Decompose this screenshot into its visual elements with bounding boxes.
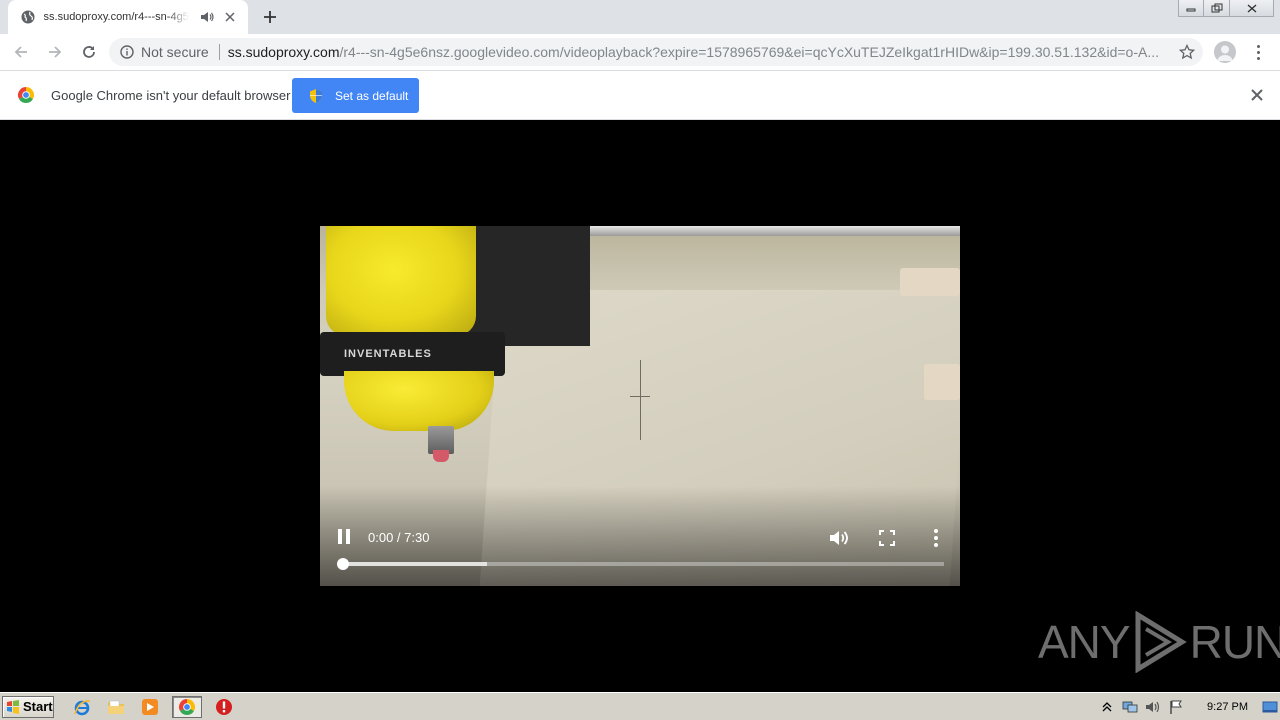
volume-icon[interactable]: [828, 528, 850, 548]
tab-strip: ss.sudoproxy.com/r4---sn-4g5e: [0, 0, 1280, 34]
window-close-button[interactable]: [1230, 0, 1274, 17]
system-tray: 9:27 PM: [1099, 695, 1280, 719]
minimize-button[interactable]: [1178, 0, 1204, 17]
device-label: INVENTABLES: [344, 348, 432, 360]
spindle-motor: [326, 226, 476, 336]
windows-flag-icon: [7, 699, 19, 714]
time-display: 0:00 / 7:30: [368, 530, 429, 545]
chrome-logo-icon: [17, 86, 35, 104]
start-button[interactable]: Start: [2, 695, 54, 718]
window-controls: [1178, 0, 1274, 18]
forward-icon[interactable]: [40, 37, 70, 67]
folder-icon[interactable]: [104, 696, 128, 718]
spindle-body: [344, 371, 494, 431]
avatar-icon[interactable]: [1214, 41, 1236, 63]
close-icon[interactable]: [1250, 88, 1264, 102]
page-content: INVENTABLES 0:00 / 7:30 ANY RUN: [0, 120, 1280, 692]
tab-title: ss.sudoproxy.com/r4---sn-4g5e: [43, 11, 189, 23]
set-as-default-label: Set as default: [335, 88, 409, 103]
reload-icon[interactable]: [74, 37, 104, 67]
crosshair-mark: [640, 360, 641, 440]
set-as-default-button[interactable]: Set as default: [292, 78, 419, 113]
crosshair-mark: [630, 396, 650, 397]
close-icon[interactable]: [222, 9, 238, 25]
clamp: [900, 268, 960, 296]
anyrun-watermark: ANY RUN: [1038, 610, 1280, 674]
watermark-right: RUN: [1189, 616, 1280, 668]
taskbar: Start 9:27 PM: [0, 692, 1280, 720]
infobar-message: Google Chrome isn't your default browser: [51, 87, 291, 103]
default-browser-infobar: Google Chrome isn't your default browser…: [0, 71, 1280, 120]
quick-launch: [70, 695, 236, 718]
omnibox-separator: [218, 44, 220, 60]
stop-icon[interactable]: [212, 696, 236, 718]
plus-icon[interactable]: [258, 6, 282, 28]
media-player-icon[interactable]: [138, 696, 162, 718]
machine-rail: [580, 226, 960, 236]
play-logo-icon: [1135, 611, 1187, 673]
duration: 7:30: [404, 530, 430, 545]
info-icon[interactable]: [119, 44, 135, 60]
star-icon[interactable]: [1178, 43, 1196, 60]
url-text[interactable]: ss.sudoproxy.com/r4---sn-4g5e6nsz.google…: [228, 44, 1158, 60]
current-time: 0:00: [368, 530, 394, 545]
network-icon[interactable]: [1122, 699, 1138, 715]
clock[interactable]: 9:27 PM: [1207, 701, 1248, 713]
menu-icon[interactable]: [1250, 42, 1266, 62]
fullscreen-icon[interactable]: [878, 529, 896, 547]
watermark-left: ANY: [1038, 616, 1131, 668]
tray-expand-icon[interactable]: [1099, 699, 1115, 715]
seek-bar[interactable]: [337, 558, 944, 570]
more-icon[interactable]: [930, 528, 942, 548]
video-controls: 0:00 / 7:30: [320, 520, 960, 556]
volume-icon[interactable]: [1145, 699, 1161, 715]
back-icon[interactable]: [6, 37, 36, 67]
time-separator: /: [393, 530, 405, 545]
address-bar[interactable]: Not secure ss.sudoproxy.com/r4---sn-4g5e…: [109, 38, 1203, 66]
browser-toolbar: Not secure ss.sudoproxy.com/r4---sn-4g5e…: [0, 34, 1280, 71]
buffered-bar: [343, 562, 488, 566]
router-bit: [433, 450, 449, 462]
start-label: Start: [23, 699, 53, 714]
ie-icon[interactable]: [70, 696, 94, 718]
url-path: /r4---sn-4g5e6nsz.googlevideo.com/videop…: [339, 44, 1158, 60]
shield-icon: [308, 88, 324, 104]
security-label[interactable]: Not secure: [141, 44, 209, 60]
restore-button[interactable]: [1204, 0, 1230, 17]
show-desktop-icon[interactable]: [1262, 700, 1278, 714]
seek-thumb[interactable]: [337, 558, 349, 570]
speaker-icon[interactable]: [199, 9, 215, 25]
pause-icon[interactable]: [334, 529, 354, 547]
url-host: ss.sudoproxy.com: [227, 44, 340, 60]
browser-tab[interactable]: ss.sudoproxy.com/r4---sn-4g5e: [8, 0, 248, 34]
clamp: [924, 364, 960, 400]
spindle-mount: INVENTABLES: [320, 332, 505, 376]
action-center-flag-icon[interactable]: [1168, 699, 1184, 715]
globe-icon: [20, 9, 36, 25]
chrome-icon[interactable]: [172, 695, 202, 718]
